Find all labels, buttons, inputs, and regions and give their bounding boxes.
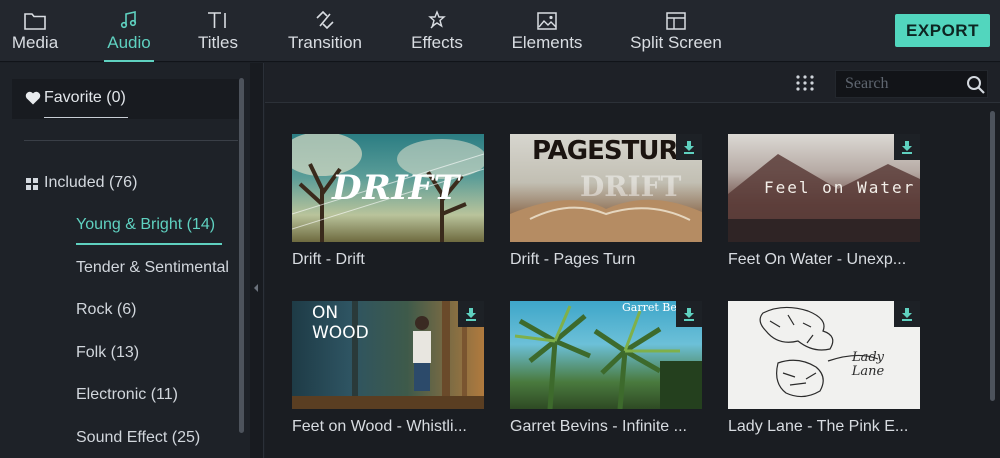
track-title: Garret Bevins - Infinite ... <box>510 418 687 435</box>
text-icon <box>206 0 230 30</box>
audio-library: DRIFT Drift - Drift DRIFT PAGESTURN Drif… <box>265 63 1000 458</box>
track-thumbnail[interactable]: DRIFT PAGESTURN <box>510 134 702 242</box>
tab-effects[interactable]: Effects <box>409 0 465 62</box>
favorite-underline <box>44 117 128 118</box>
library-scrollbar[interactable] <box>990 111 995 401</box>
track-thumbnail[interactable]: Garret Bevins <box>510 301 702 409</box>
track-title: Feet On Water - Unexp... <box>728 251 907 268</box>
category-electronic[interactable]: Electronic (11) <box>76 386 178 404</box>
effects-icon <box>427 0 447 30</box>
tab-elements[interactable]: Elements <box>512 0 582 62</box>
category-folk[interactable]: Folk (13) <box>76 344 139 362</box>
thumbnail-title: DRIFT <box>332 168 461 208</box>
heart-icon <box>25 91 41 105</box>
download-icon <box>902 308 912 321</box>
search-icon[interactable] <box>966 75 986 95</box>
category-sidebar: Favorite (0) Included (76) Young & Brigh… <box>0 63 250 458</box>
included-label[interactable]: Included (76) <box>44 174 137 192</box>
thumbnail-title: PAGESTURN <box>532 136 699 166</box>
search-input[interactable] <box>845 74 965 94</box>
download-button[interactable] <box>458 301 484 327</box>
category-rock[interactable]: Rock (6) <box>76 301 136 319</box>
tab-transition[interactable]: Transition <box>287 0 363 62</box>
track-thumbnail[interactable]: Lady Lane <box>728 301 920 409</box>
folder-icon <box>24 0 46 30</box>
tab-label: Titles <box>198 33 238 52</box>
thumbnail-title: Feel on Water <box>764 178 916 197</box>
track-thumbnail[interactable]: ON WOOD <box>292 301 484 409</box>
favorite-label[interactable]: Favorite (0) <box>44 89 126 107</box>
svg-text:DRIFT: DRIFT <box>580 170 682 203</box>
tab-split-screen[interactable]: Split Screen <box>630 0 722 62</box>
track-title: Drift - Drift <box>292 251 365 268</box>
track-card[interactable]: Feel on Water Feet On Water - Unexp... <box>728 134 920 269</box>
tab-label: Audio <box>107 33 151 52</box>
download-button[interactable] <box>894 134 920 160</box>
sidebar-scrollbar[interactable] <box>239 78 244 433</box>
collapse-arrow-icon[interactable] <box>252 283 260 293</box>
track-thumbnail[interactable]: DRIFT <box>292 134 484 242</box>
download-button[interactable] <box>676 134 702 160</box>
track-title: Drift - Pages Turn <box>510 251 636 268</box>
download-icon <box>902 141 912 154</box>
grid-icon <box>26 178 38 190</box>
download-icon <box>684 141 694 154</box>
transition-icon <box>314 0 336 30</box>
top-toolbar: Media Audio Titles Transition Effects El… <box>0 0 1000 62</box>
download-icon <box>684 308 694 321</box>
split-screen-icon <box>666 0 686 30</box>
tab-label: Media <box>11 33 59 52</box>
tab-label: Elements <box>511 33 583 52</box>
thumbnail-title: ON WOOD <box>312 303 369 343</box>
tab-label: Transition <box>287 33 362 52</box>
category-sound-effect[interactable]: Sound Effect (25) <box>76 429 200 447</box>
view-grid-icon[interactable] <box>795 74 815 92</box>
thumbnail-title: Lady Lane <box>851 350 885 379</box>
download-icon <box>466 308 476 321</box>
export-button[interactable]: EXPORT <box>895 14 990 47</box>
library-header <box>265 63 1000 103</box>
tab-label: Split Screen <box>630 33 722 52</box>
track-card[interactable]: DRIFT PAGESTURN Drift - Pages Turn <box>510 134 702 269</box>
divider <box>24 140 238 141</box>
image-icon <box>537 0 557 30</box>
tab-media[interactable]: Media <box>10 0 60 62</box>
tab-audio[interactable]: Audio <box>104 0 154 62</box>
tab-titles[interactable]: Titles <box>196 0 240 62</box>
track-title: Lady Lane - The Pink E... <box>728 418 909 435</box>
category-young-bright[interactable]: Young & Bright (14) <box>76 216 215 234</box>
tab-label: Effects <box>411 33 463 52</box>
search-box[interactable] <box>835 70 988 98</box>
active-category-underline <box>76 243 222 245</box>
track-card[interactable]: DRIFT Drift - Drift <box>292 134 484 269</box>
track-card[interactable]: ON WOOD Feet on Wood - Whistli... <box>292 301 484 436</box>
download-button[interactable] <box>676 301 702 327</box>
download-button[interactable] <box>894 301 920 327</box>
music-note-icon <box>119 0 139 30</box>
panel-splitter[interactable] <box>250 63 264 458</box>
track-thumbnail[interactable]: Feel on Water <box>728 134 920 242</box>
track-title: Feet on Wood - Whistli... <box>292 418 467 435</box>
track-card[interactable]: Lady Lane Lady Lane - The Pink E... <box>728 301 920 436</box>
category-tender-sentimental[interactable]: Tender & Sentimental <box>76 259 229 277</box>
track-card[interactable]: Garret Bevins Garret Bevins - Infinite .… <box>510 301 702 436</box>
